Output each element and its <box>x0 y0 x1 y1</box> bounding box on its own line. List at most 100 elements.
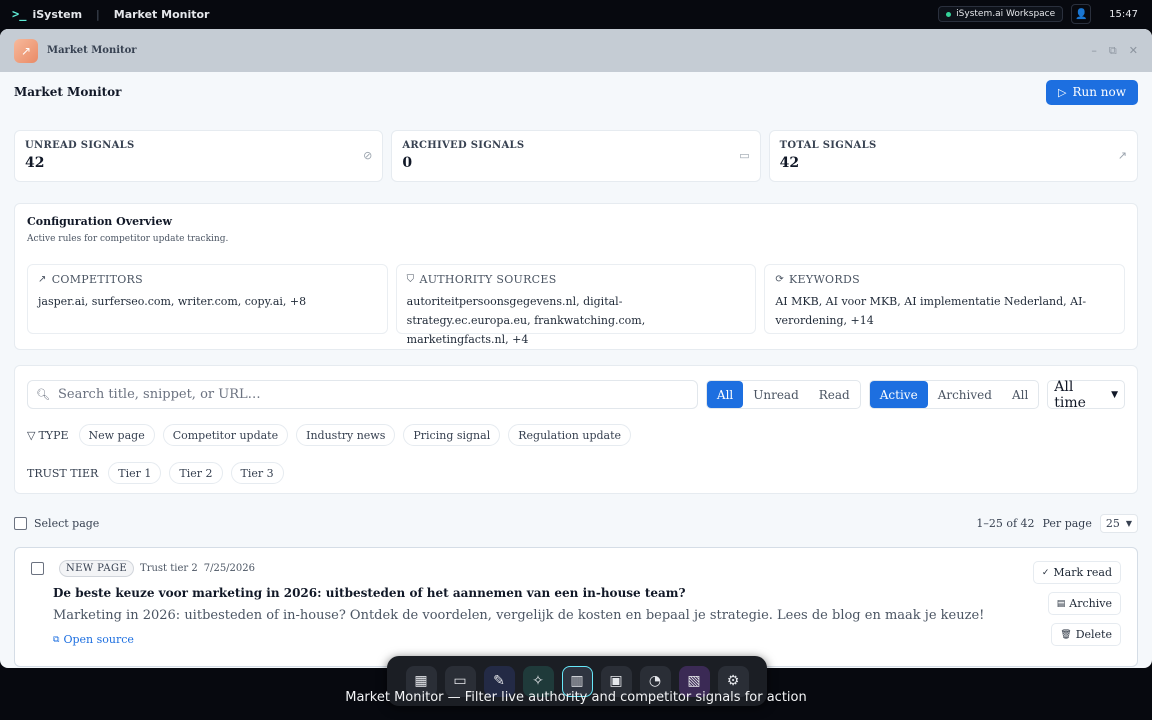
filter-archived[interactable]: Archived <box>928 381 1002 408</box>
read-filter: All Unread Read <box>705 380 861 409</box>
window-titlebar[interactable]: ↗ Market Monitor – ⧉ ✕ <box>0 29 1152 72</box>
search-input[interactable]: 🔍︎ Search title, snippet, or URL… <box>27 380 698 409</box>
config-card-value: autoriteitpersoonsgegevens.nl, digital-s… <box>406 295 646 346</box>
trust-tier-label: TRUST TIER <box>27 466 99 480</box>
brand[interactable]: >_ iSystem <box>12 7 82 21</box>
refresh-icon: ⟳ <box>775 274 785 285</box>
type-label-text: TYPE <box>38 428 69 442</box>
stats-row: UNREAD SIGNALS 42 ⊘ ARCHIVED SIGNALS 0 ▭… <box>14 130 1138 182</box>
stat-value: 42 <box>25 155 45 171</box>
signal-tier: Trust tier 2 <box>140 563 198 574</box>
stat-label: TOTAL SIGNALS <box>779 140 877 151</box>
signal-checkbox[interactable] <box>31 562 44 575</box>
filters-panel: 🔍︎ Search title, snippet, or URL… All Un… <box>14 365 1138 494</box>
archive-icon: ▤ <box>1056 598 1066 609</box>
external-link-icon: ⧉ <box>53 634 60 645</box>
list-header: Select page 1–25 of 42 Per page 25 ▼ <box>14 504 1138 542</box>
filter-unread[interactable]: Unread <box>743 381 809 408</box>
stat-value: 42 <box>779 155 800 171</box>
open-source-label: Open source <box>63 633 134 646</box>
brand-label: iSystem <box>32 7 83 21</box>
filter-icon: ▽ <box>27 428 36 442</box>
config-card-label: KEYWORDS <box>789 273 860 286</box>
type-chip-new-page[interactable]: New page <box>78 424 155 446</box>
stat-value: 0 <box>402 155 413 171</box>
caption: Market Monitor — Filter live authority a… <box>345 690 807 705</box>
per-page-label: Per page <box>1042 516 1092 530</box>
archive-button[interactable]: ▤ Archive <box>1047 592 1121 615</box>
app-trending-icon: ↗ <box>14 38 38 63</box>
check-icon: ✓ <box>1041 567 1050 578</box>
filter-status-all[interactable]: All <box>1002 381 1038 408</box>
signal-title: De beste keuze voor marketing in 2026: u… <box>53 586 686 600</box>
user-button[interactable]: 👤 <box>1071 4 1092 24</box>
trash-icon: 🗑︎ <box>1060 629 1072 640</box>
stat-label: UNREAD SIGNALS <box>25 140 135 151</box>
active-app-title: Market Monitor <box>113 7 210 21</box>
search-placeholder: Search title, snippet, or URL… <box>57 387 261 402</box>
filter-read[interactable]: Read <box>809 381 860 408</box>
type-chip-competitor-update[interactable]: Competitor update <box>162 424 289 446</box>
stat-label: ARCHIVED SIGNALS <box>402 140 525 151</box>
run-now-button[interactable]: ▷ Run now <box>1046 79 1138 105</box>
trending-up-icon: ↗ <box>38 274 47 285</box>
stat-total: TOTAL SIGNALS 42 ↗ <box>768 130 1138 182</box>
tier-chip-2[interactable]: Tier 2 <box>169 462 223 484</box>
type-filter-label: ▽ TYPE <box>27 429 69 442</box>
status-dot-icon <box>946 11 952 17</box>
chevron-down-icon: ▼ <box>1125 518 1132 528</box>
shield-icon: ⛉ <box>406 274 415 285</box>
select-page-checkbox[interactable] <box>14 516 27 530</box>
config-card-authority-sources: ⛉ AUTHORITY SOURCES autoriteitpersoonsgeg… <box>395 264 757 346</box>
time-range-value: All time <box>1054 378 1086 411</box>
user-icon: 👤 <box>1074 8 1088 20</box>
pagination-range: 1–25 of 42 <box>976 516 1035 530</box>
time-range-select[interactable]: All time ▼ <box>1047 378 1125 411</box>
workspace-badge[interactable]: iSystem.ai Workspace <box>938 6 1064 22</box>
trending-up-icon: ↗ <box>1117 149 1127 162</box>
terminal-icon: >_ <box>12 7 27 21</box>
filter-active[interactable]: Active <box>869 381 928 408</box>
run-now-label: Run now <box>1072 85 1126 99</box>
tier-chip-1[interactable]: Tier 1 <box>108 462 162 484</box>
stat-archived: ARCHIVED SIGNALS 0 ▭ <box>391 130 761 182</box>
configuration-overview: Configuration Overview Active rules for … <box>14 203 1138 350</box>
play-icon: ▷ <box>1058 85 1067 99</box>
delete-label: Delete <box>1075 628 1112 641</box>
signal-date: 7/25/2026 <box>203 563 255 574</box>
mark-read-button[interactable]: ✓ Mark read <box>1032 561 1121 584</box>
page-title: Market Monitor <box>14 85 122 99</box>
type-chip-regulation-update[interactable]: Regulation update <box>508 424 632 446</box>
signal-snippet: Marketing in 2026: uitbesteden of in-hou… <box>53 608 985 623</box>
per-page-value: 25 <box>1105 516 1120 530</box>
config-title: Configuration Overview <box>27 215 172 228</box>
type-chip-industry-news[interactable]: Industry news <box>296 424 396 446</box>
close-button[interactable]: ✕ <box>1129 44 1138 58</box>
eye-off-icon: ⊘ <box>363 149 373 162</box>
tier-chip-3[interactable]: Tier 3 <box>230 462 284 484</box>
select-page-label: Select page <box>34 516 100 530</box>
type-chip-pricing-signal[interactable]: Pricing signal <box>403 424 501 446</box>
signal-type-badge: NEW PAGE <box>59 560 135 577</box>
config-card-value: jasper.ai, surferseo.com, writer.com, co… <box>38 295 307 308</box>
archive-label: Archive <box>1069 597 1112 610</box>
filter-all[interactable]: All <box>706 381 744 408</box>
config-card-label: AUTHORITY SOURCES <box>419 273 557 286</box>
search-icon: 🔍︎ <box>36 388 50 401</box>
workspace-label: iSystem.ai Workspace <box>956 9 1056 19</box>
per-page-select[interactable]: 25 ▼ <box>1099 513 1138 533</box>
app-window: ↗ Market Monitor – ⧉ ✕ Market Monitor ▷ … <box>0 29 1152 668</box>
stat-unread: UNREAD SIGNALS 42 ⊘ <box>14 130 384 182</box>
signal-card: NEW PAGE Trust tier 2 7/25/2026 De beste… <box>14 547 1138 667</box>
clock: 15:47 <box>1109 8 1138 20</box>
divider: | <box>96 7 100 21</box>
config-card-value: AI MKB, AI voor MKB, AI implementatie Ne… <box>775 295 1087 327</box>
maximize-button[interactable]: ⧉ <box>1109 44 1117 58</box>
delete-button[interactable]: 🗑︎ Delete <box>1051 623 1121 646</box>
config-card-label: COMPETITORS <box>51 273 143 286</box>
minimize-button[interactable]: – <box>1091 44 1097 58</box>
open-source-link[interactable]: ⧉ Open source <box>53 633 1121 646</box>
archive-icon: ▭ <box>739 149 750 162</box>
window-title: Market Monitor <box>47 45 137 56</box>
mark-read-label: Mark read <box>1053 566 1112 579</box>
